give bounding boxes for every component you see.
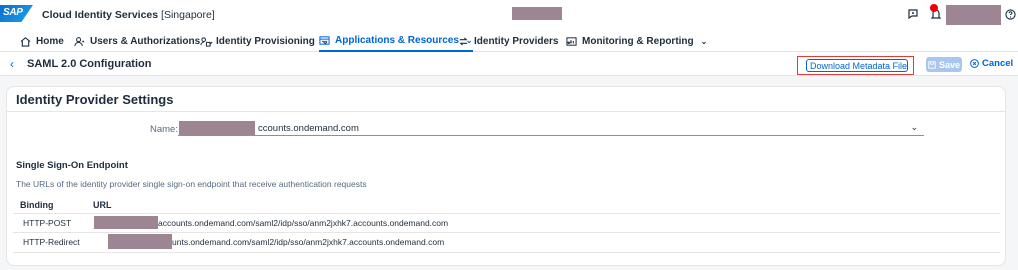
url-cell: unts.ondemand.com/saml2/idp/sso/anm2jxhk… (172, 237, 445, 247)
users-icon (74, 36, 85, 46)
nav-identity-providers[interactable]: Identity Providers ⌄ (458, 30, 572, 52)
nav-identity-provisioning[interactable]: Identity Provisioning ⌄ (200, 30, 329, 52)
monitoring-icon (566, 36, 577, 46)
nav-provisioning-label: Identity Provisioning (216, 35, 315, 47)
download-metadata-label: Download Metadata File (809, 60, 908, 71)
name-label: Name: (150, 124, 178, 135)
redacted-url-prefix (108, 234, 172, 249)
nav-identity-providers-label: Identity Providers (474, 35, 559, 47)
app-title-text: Cloud Identity Services (42, 9, 159, 21)
top-navigation: Home Users & Authorizations ⌄ Identity P… (0, 30, 1018, 52)
save-icon (928, 60, 936, 69)
nav-home[interactable]: Home (20, 30, 64, 52)
row-divider (13, 232, 1000, 233)
shell-bar: SAP Cloud Identity Services [Singapore] (0, 0, 1018, 30)
sap-logo[interactable]: SAP (0, 5, 33, 22)
feedback-icon[interactable] (905, 6, 921, 22)
name-value: ccounts.ondemand.com (258, 123, 359, 134)
home-icon (20, 36, 31, 47)
region-label: [Singapore] (161, 9, 215, 21)
nav-users-authorizations[interactable]: Users & Authorizations ⌄ (74, 30, 214, 52)
help-icon[interactable] (1002, 6, 1018, 22)
cancel-label: Cancel (982, 58, 1014, 69)
redacted-url-prefix (94, 216, 158, 229)
url-cell: accounts.ondemand.com/saml2/idp/sso/anm2… (158, 218, 449, 228)
app-title: Cloud Identity Services [Singapore] (42, 9, 215, 21)
save-button[interactable]: Save (926, 57, 962, 72)
identity-provider-settings-card: Identity Provider Settings Name: ccounts… (6, 86, 1006, 266)
save-label: Save (938, 59, 961, 70)
provisioning-icon (200, 36, 211, 47)
nav-home-label: Home (36, 35, 64, 47)
sso-section-title: Single Sign-On Endpoint (16, 160, 128, 171)
sso-section-description: The URLs of the identity provider single… (16, 179, 367, 189)
nav-monitoring-reporting[interactable]: Monitoring & Reporting ⌄ (566, 30, 707, 52)
card-title: Identity Provider Settings (16, 92, 174, 107)
nav-users-label: Users & Authorizations (90, 35, 201, 47)
row-divider (13, 252, 1000, 253)
notification-badge (930, 4, 938, 12)
table-header-divider (13, 213, 1000, 214)
cancel-button[interactable]: Cancel (970, 58, 1013, 69)
redacted-name-prefix (179, 121, 255, 135)
cancel-icon (970, 59, 979, 68)
redacted-tenant (512, 7, 562, 20)
chevron-down-icon: ⌄ (910, 122, 918, 132)
column-header-binding: Binding (20, 200, 54, 210)
page-title: SAML 2.0 Configuration (27, 58, 152, 70)
nav-applications-resources[interactable]: Applications & Resources ⌄ (319, 30, 473, 52)
download-metadata-button[interactable]: Download Metadata File (806, 59, 908, 72)
nav-applications-label: Applications & Resources (335, 34, 459, 46)
binding-cell: HTTP-POST (23, 218, 72, 228)
applications-icon (319, 35, 330, 45)
identity-providers-icon (459, 36, 468, 46)
chevron-down-icon: ⌄ (700, 36, 708, 46)
column-header-url: URL (93, 200, 112, 210)
back-icon[interactable]: ‹ (10, 57, 14, 71)
divider (7, 111, 1005, 112)
nav-monitoring-label: Monitoring & Reporting (582, 35, 694, 47)
binding-cell: HTTP-Redirect (23, 237, 80, 247)
redacted-user[interactable] (946, 5, 1001, 25)
name-select[interactable]: ccounts.ondemand.com ⌄ (178, 121, 924, 136)
